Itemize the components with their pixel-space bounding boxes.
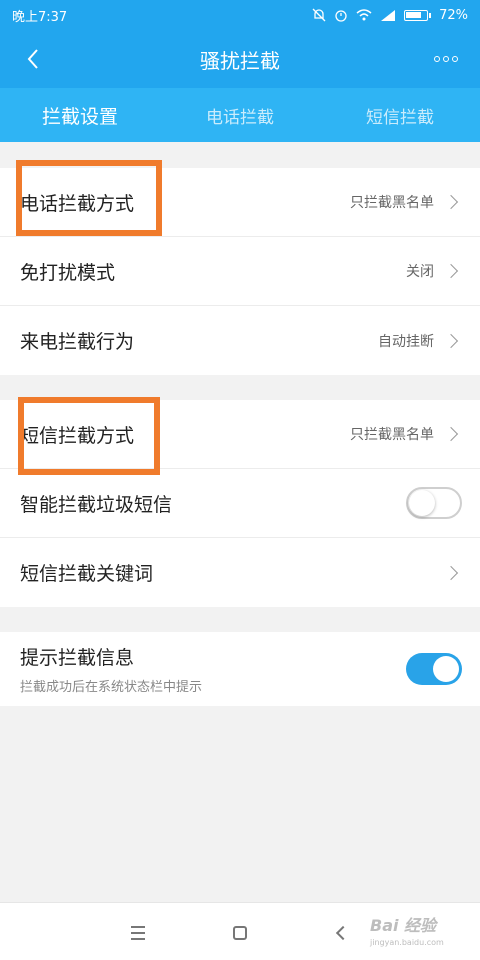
more-dot-icon: [452, 56, 458, 62]
back-arrow-icon: [335, 925, 351, 941]
smart-spam-sms-row: 智能拦截垃圾短信: [0, 469, 480, 538]
tab-call-intercept[interactable]: 电话拦截: [160, 88, 320, 142]
row-value: 只拦截黑名单: [350, 195, 434, 211]
chevron-right-icon: [443, 194, 459, 210]
status-time: 晚上7:37: [12, 9, 68, 25]
intercept-notification-row: 提示拦截信息 拦截成功后在系统状态栏中提示: [0, 632, 480, 706]
nav-back-button[interactable]: [330, 921, 354, 945]
more-options-button[interactable]: [428, 44, 464, 74]
row-label: 提示拦截信息: [20, 647, 135, 669]
status-bar: 晚上7:37 72%: [0, 0, 480, 30]
tab-bar: 拦截设置 电话拦截 短信拦截: [0, 88, 480, 142]
page-title: 骚扰拦截: [200, 48, 280, 73]
row-label: 免打扰模式: [20, 261, 116, 284]
battery-icon: [404, 9, 429, 21]
chevron-right-icon: [443, 263, 459, 279]
home-button[interactable]: [228, 921, 252, 945]
tab-intercept-settings[interactable]: 拦截设置: [0, 88, 160, 142]
chevron-right-icon: [443, 333, 459, 348]
chevron-right-icon: [443, 426, 459, 442]
highlight-box: [18, 397, 160, 475]
more-dot-icon: [434, 56, 440, 62]
watermark-sub: jingyan.baidu.com: [370, 938, 444, 947]
row-label: 短信拦截关键词: [20, 563, 154, 585]
alarm-clock-icon: [335, 10, 347, 22]
menu-line-icon: [131, 932, 145, 934]
app-bar: 骚扰拦截: [0, 30, 480, 88]
signal-icon: [381, 10, 396, 21]
sms-keywords-row[interactable]: 短信拦截关键词: [0, 538, 480, 607]
battery-level: 72%: [439, 7, 468, 23]
chevron-right-icon: [443, 565, 459, 580]
row-value: 自动挂断: [378, 333, 434, 350]
wifi-icon: [356, 9, 372, 21]
row-label: 智能拦截垃圾短信: [20, 493, 173, 516]
intercept-notification-toggle[interactable]: [406, 653, 462, 685]
menu-line-icon: [131, 938, 145, 940]
highlight-box: [16, 160, 162, 236]
chevron-left-icon: [27, 49, 38, 69]
home-square-icon: [233, 926, 247, 940]
row-value: 只拦截黑名单: [350, 427, 434, 443]
toggle-knob: [433, 656, 459, 682]
baidu-watermark: Bai 经验 jingyan.baidu.com: [370, 912, 470, 952]
more-dot-icon: [443, 56, 449, 62]
row-label: 来电拦截行为: [20, 331, 135, 353]
toggle-knob: [409, 490, 435, 516]
row-value: 关闭: [406, 264, 434, 280]
tab-sms-intercept[interactable]: 短信拦截: [320, 88, 480, 142]
incoming-call-action-row[interactable]: 来电拦截行为 自动挂断: [0, 306, 480, 375]
row-description: 拦截成功后在系统状态栏中提示: [20, 680, 203, 695]
back-button[interactable]: [18, 44, 48, 74]
do-not-disturb-row[interactable]: 免打扰模式 关闭: [0, 237, 480, 306]
menu-line-icon: [131, 926, 145, 928]
smart-spam-sms-toggle[interactable]: [406, 487, 462, 519]
watermark-main: Bai 经验: [370, 916, 437, 935]
battery-tip: [429, 12, 432, 18]
notify-settings-group: 提示拦截信息 拦截成功后在系统状态栏中提示: [0, 632, 480, 706]
mute-bell-icon: [312, 8, 326, 22]
menu-button[interactable]: [131, 921, 155, 945]
status-icons: 72%: [312, 8, 468, 23]
